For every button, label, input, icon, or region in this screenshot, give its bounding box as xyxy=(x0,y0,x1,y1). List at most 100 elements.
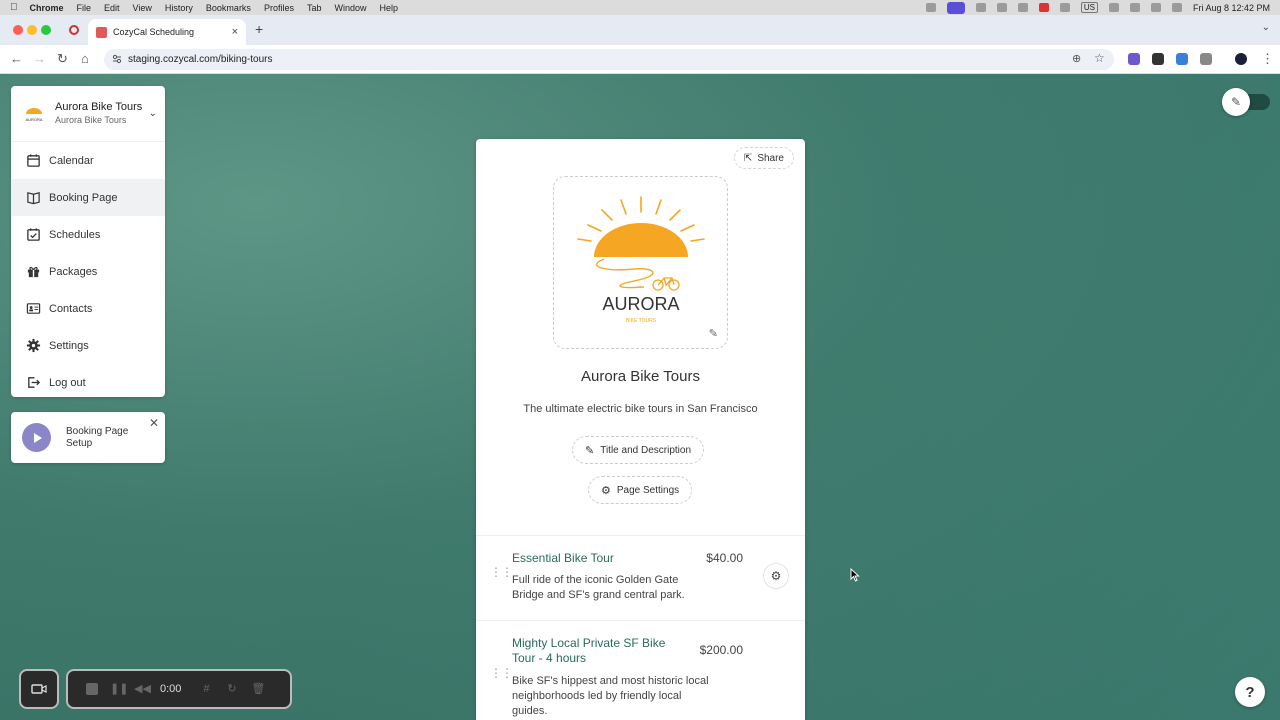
sidebar-item-booking-page[interactable]: Booking Page xyxy=(11,179,165,216)
page-settings-button[interactable]: ⚙ Page Settings xyxy=(588,476,693,504)
restart-icon[interactable]: ↻ xyxy=(227,683,239,695)
url-text: staging.cozycal.com/biking-tours xyxy=(128,54,273,65)
close-window-button[interactable] xyxy=(13,25,23,35)
url-input[interactable]: staging.cozycal.com/biking-tours xyxy=(104,49,1114,70)
tab-search-chevron-icon[interactable]: ⌄ xyxy=(1262,22,1270,33)
svg-text:AURORA: AURORA xyxy=(25,117,42,122)
site-info-icon[interactable] xyxy=(112,54,122,64)
clock-icon[interactable] xyxy=(1129,3,1140,12)
pause-icon[interactable]: ❚❚ xyxy=(110,683,128,695)
extension-2-icon[interactable] xyxy=(1152,53,1164,65)
setup-card-label: Booking Page Setup xyxy=(66,425,129,449)
profile-avatar[interactable] xyxy=(1235,53,1247,65)
chevron-down-icon[interactable]: ⌄ xyxy=(149,108,157,119)
sidebar-item-contacts[interactable]: Contacts xyxy=(11,290,165,327)
menu-profiles[interactable]: Profiles xyxy=(264,3,294,13)
booking-page-setup-card[interactable]: Booking Page Setup ✕ xyxy=(11,412,165,463)
pencil-icon: ✎ xyxy=(1222,88,1250,116)
rewind-icon[interactable]: ◀◀ xyxy=(134,683,151,695)
new-tab-button[interactable]: + xyxy=(255,21,263,37)
service-item[interactable]: ⋮⋮ Essential Bike Tour $40.00 Full ride … xyxy=(476,536,805,620)
logo-upload-area[interactable]: AURORA BIKE TOURS ✎ xyxy=(553,176,728,349)
address-bar: ← → ↻ ⌂ staging.cozycal.com/biking-tours… xyxy=(0,45,1280,74)
service-settings-gear-icon[interactable]: ⚙ xyxy=(763,563,789,589)
edit-mode-toggle[interactable]: ✎ xyxy=(1222,88,1270,116)
recording-timer: 0:00 xyxy=(160,683,182,695)
menu-bookmarks[interactable]: Bookmarks xyxy=(206,3,251,13)
share-button[interactable]: ⇱ Share xyxy=(733,147,794,169)
recording-indicator-icon xyxy=(69,25,79,35)
edit-logo-pencil-icon[interactable]: ✎ xyxy=(709,327,718,340)
business-switcher[interactable]: AURORA Aurora Bike Tours Aurora Bike Tou… xyxy=(11,86,165,142)
page-background: AURORA Aurora Bike Tours Aurora Bike Tou… xyxy=(0,74,1280,720)
screen-record-icon[interactable] xyxy=(946,1,965,14)
zoom-window-button[interactable] xyxy=(41,25,51,35)
sidebar-item-packages[interactable]: Packages xyxy=(11,253,165,290)
service-name[interactable]: Essential Bike Tour xyxy=(512,551,687,566)
sidebar-item-label: Settings xyxy=(49,339,89,352)
gift-icon xyxy=(25,264,41,280)
grid-icon[interactable]: # xyxy=(203,683,215,695)
apple-icon[interactable]:  xyxy=(10,2,18,13)
gear-icon xyxy=(25,338,41,354)
menubar-clock[interactable]: Fri Aug 8 12:42 PM xyxy=(1193,3,1270,13)
service-price: $40.00 xyxy=(706,551,743,565)
tab-bar: CozyCal Scheduling × + ⌄ xyxy=(0,15,1280,45)
close-icon[interactable]: ✕ xyxy=(149,416,159,430)
camera-toggle-button[interactable] xyxy=(19,669,59,709)
menu-file[interactable]: File xyxy=(77,3,92,13)
control-center-icon[interactable] xyxy=(1171,3,1182,12)
menu-history[interactable]: History xyxy=(165,3,193,13)
status-area: US Fri Aug 8 12:42 PM xyxy=(925,1,1270,14)
extension-3-icon[interactable] xyxy=(1176,53,1188,65)
reload-button[interactable]: ↻ xyxy=(57,51,68,67)
service-description: Bike SF's hippest and most historic loca… xyxy=(512,675,709,717)
back-button[interactable]: ← xyxy=(10,51,23,66)
sidebar-item-logout[interactable]: Log out xyxy=(11,364,165,401)
home-button[interactable]: ⌂ xyxy=(81,51,89,66)
title-and-description-button[interactable]: ✎ Title and Description xyxy=(572,436,704,464)
compass-icon[interactable] xyxy=(996,3,1007,12)
help-button[interactable]: ? xyxy=(1235,677,1265,707)
menu-window[interactable]: Window xyxy=(334,3,366,13)
menu-app-name[interactable]: Chrome xyxy=(30,3,64,13)
microphone-icon[interactable] xyxy=(925,3,936,12)
battery-icon[interactable] xyxy=(1038,3,1049,12)
search-icon[interactable] xyxy=(1150,3,1161,12)
status-icon[interactable] xyxy=(975,3,986,12)
service-item[interactable]: ⋮⋮ Mighty Local Private SF Bike Tour - 4… xyxy=(476,621,805,720)
close-tab-icon[interactable]: × xyxy=(232,26,238,38)
bluetooth-icon[interactable] xyxy=(1059,3,1070,12)
extension-1-icon[interactable] xyxy=(1128,53,1140,65)
minimize-window-button[interactable] xyxy=(27,25,37,35)
extensions-puzzle-icon[interactable] xyxy=(1200,53,1212,65)
camera-icon xyxy=(31,684,47,694)
service-name[interactable]: Mighty Local Private SF Bike Tour - 4 ho… xyxy=(512,636,687,666)
trash-icon[interactable]: 🗑 xyxy=(251,683,265,695)
gear-icon: ⚙ xyxy=(601,484,611,497)
bookmark-star-icon[interactable]: ☆ xyxy=(1094,51,1105,65)
keyboard-layout[interactable]: US xyxy=(1080,2,1098,13)
stop-recording-button[interactable] xyxy=(86,683,98,695)
macos-menubar:  Chrome File Edit View History Bookmark… xyxy=(0,0,1280,15)
play-icon[interactable] xyxy=(1108,3,1119,12)
drag-handle-icon[interactable]: ⋮⋮ xyxy=(490,566,513,578)
drag-handle-icon[interactable]: ⋮⋮ xyxy=(490,667,513,679)
sidebar-item-settings[interactable]: Settings xyxy=(11,327,165,364)
browser-menu-icon[interactable]: ⋮ xyxy=(1261,51,1274,67)
menu-tab[interactable]: Tab xyxy=(307,3,322,13)
wifi-icon[interactable] xyxy=(1017,3,1028,12)
tab-cozycal[interactable]: CozyCal Scheduling × xyxy=(88,19,246,45)
share-label: Share xyxy=(757,152,784,164)
sidebar-item-calendar[interactable]: Calendar xyxy=(11,142,165,179)
logo-tagline: BIKE TOURS xyxy=(626,318,657,324)
forward-button[interactable]: → xyxy=(33,51,46,66)
menu-edit[interactable]: Edit xyxy=(104,3,120,13)
sidebar-item-schedules[interactable]: Schedules xyxy=(11,216,165,253)
booking-page-card: ⇱ Share AURORA BIKE TOURS ✎ Aurora Bike … xyxy=(476,139,805,720)
sidebar: AURORA Aurora Bike Tours Aurora Bike Tou… xyxy=(11,86,165,397)
zoom-icon[interactable]: ⊕ xyxy=(1072,52,1081,65)
menu-view[interactable]: View xyxy=(133,3,152,13)
play-icon[interactable] xyxy=(22,423,51,452)
menu-help[interactable]: Help xyxy=(379,3,398,13)
